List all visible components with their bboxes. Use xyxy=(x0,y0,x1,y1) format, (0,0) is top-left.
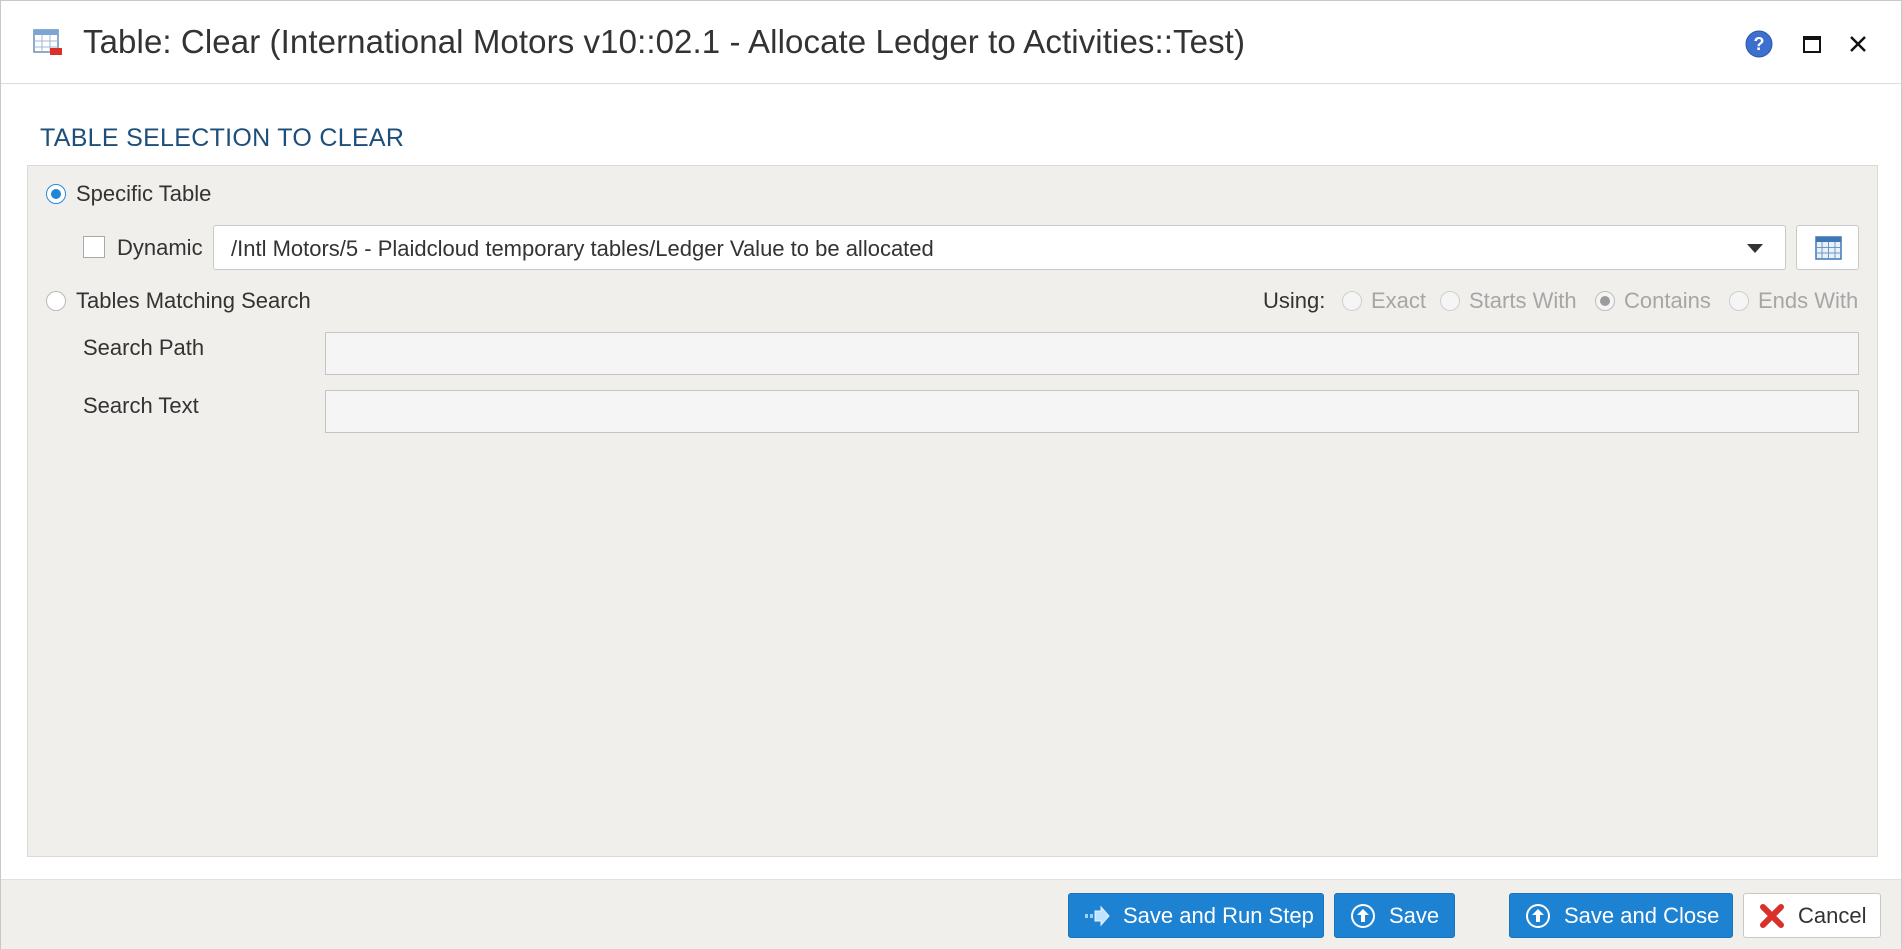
match-ends-with-label: Ends With xyxy=(1758,288,1859,313)
save-and-close-label: Save and Close xyxy=(1564,902,1720,928)
match-starts-with-label: Starts With xyxy=(1469,288,1577,313)
save-and-run-step-button[interactable]: Save and Run Step xyxy=(1068,893,1324,938)
search-path-input[interactable] xyxy=(325,332,1859,375)
using-label: Using: xyxy=(1263,288,1326,313)
browse-table-button[interactable] xyxy=(1796,225,1859,270)
cancel-label: Cancel xyxy=(1798,902,1867,928)
table-select[interactable]: /Intl Motors/5 - Plaidcloud temporary ta… xyxy=(213,225,1786,270)
upload-icon xyxy=(1526,903,1550,928)
tables-matching-label: Tables Matching Search xyxy=(76,288,311,313)
match-exact-label: Exact xyxy=(1371,288,1427,313)
tables-matching-radio[interactable] xyxy=(46,291,66,311)
save-and-close-button[interactable]: Save and Close xyxy=(1509,893,1733,938)
help-icon[interactable]: ? xyxy=(1744,29,1774,59)
save-label: Save xyxy=(1389,902,1440,928)
table-select-value: /Intl Motors/5 - Plaidcloud temporary ta… xyxy=(231,236,934,261)
cancel-x-icon xyxy=(1760,903,1784,928)
cancel-button[interactable]: Cancel xyxy=(1743,893,1881,938)
search-text-label: Search Text xyxy=(83,393,199,418)
specific-table-radio[interactable] xyxy=(46,184,66,204)
match-starts-with-radio[interactable] xyxy=(1440,291,1460,311)
maximize-icon[interactable] xyxy=(1797,29,1827,59)
dialog-window: Table: Clear (International Motors v10::… xyxy=(0,0,1902,949)
title-bar: Table: Clear (International Motors v10::… xyxy=(1,1,1901,84)
match-exact-radio[interactable] xyxy=(1342,291,1362,311)
dynamic-checkbox[interactable] xyxy=(83,236,105,258)
window-title: Table: Clear (International Motors v10::… xyxy=(83,23,1246,60)
dynamic-label: Dynamic xyxy=(117,235,203,260)
table-grid-icon xyxy=(1815,236,1842,260)
run-arrow-icon xyxy=(1085,905,1110,926)
svg-text:?: ? xyxy=(1754,34,1765,54)
save-and-run-step-label: Save and Run Step xyxy=(1123,902,1314,928)
chevron-down-icon xyxy=(1747,244,1763,253)
search-path-label: Search Path xyxy=(83,335,205,360)
save-button[interactable]: Save xyxy=(1334,893,1455,938)
match-contains-label: Contains xyxy=(1624,288,1711,313)
search-text-input[interactable] xyxy=(325,390,1859,433)
match-contains-radio[interactable] xyxy=(1595,291,1615,311)
match-ends-with-radio[interactable] xyxy=(1729,291,1749,311)
dialog-footer: Save and Run Step Save Save and Close Ca… xyxy=(1,879,1901,949)
section-title: TABLE SELECTION TO CLEAR xyxy=(40,124,405,152)
table-clear-icon xyxy=(33,29,62,55)
upload-icon xyxy=(1351,903,1375,928)
specific-table-label: Specific Table xyxy=(76,181,212,206)
close-icon[interactable] xyxy=(1843,29,1873,59)
